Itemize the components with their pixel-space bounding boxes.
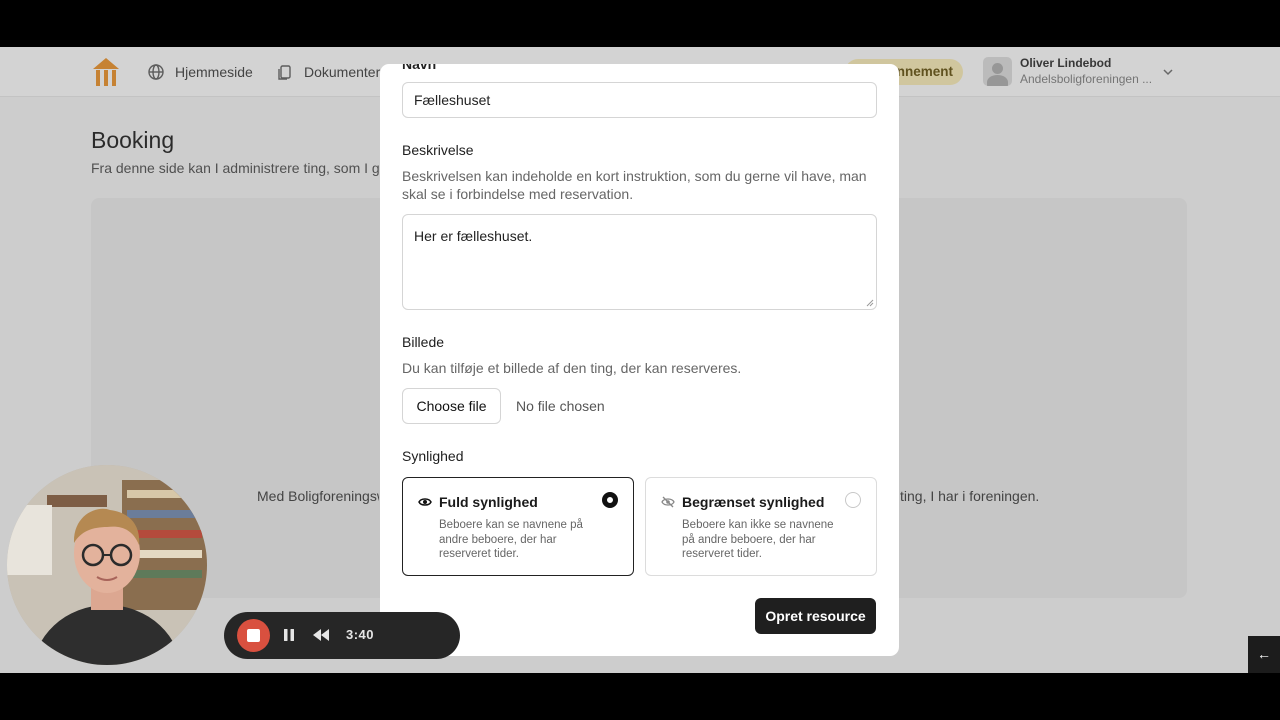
create-resource-modal: Navn Fælleshuset Beskrivelse Beskrivelse… (380, 64, 899, 656)
radio-selected[interactable] (602, 492, 618, 508)
description-label: Beskrivelse (402, 142, 474, 158)
description-textarea[interactable]: Her er fælleshuset. (402, 214, 877, 310)
rewind-icon[interactable] (312, 628, 330, 642)
description-value: Her er fælleshuset. (414, 228, 533, 244)
collapse-arrow-button[interactable]: ← (1248, 636, 1280, 673)
choose-file-button[interactable]: Choose file (402, 388, 501, 424)
recording-time: 3:40 (346, 627, 375, 642)
option-description: Beboere kan ikke se navnene på andre beb… (682, 519, 834, 560)
image-label: Billede (402, 334, 445, 350)
create-resource-button[interactable]: Opret resource (755, 598, 876, 634)
radio-unselected[interactable] (845, 492, 861, 508)
pause-icon[interactable] (283, 628, 295, 642)
webcam-bubble[interactable] (7, 465, 207, 665)
option-title: Begrænset synlighed (682, 494, 825, 510)
app-screen: Hjemmeside Dokumenter onnement Oliver Li… (0, 47, 1280, 673)
visibility-option-limited[interactable]: Begrænset synlighed Beboere kan ikke se … (645, 477, 877, 576)
name-input[interactable]: Fælleshuset (402, 82, 877, 118)
name-label: Navn (402, 64, 437, 72)
eye-icon (418, 498, 432, 506)
option-title: Fuld synlighed (439, 494, 538, 510)
webcam-image (7, 465, 207, 665)
visibility-option-full[interactable]: Fuld synlighed Beboere kan se navnene på… (402, 477, 634, 576)
stop-recording-button[interactable] (237, 619, 270, 652)
screen-recorder-controls: 3:40 (224, 612, 460, 659)
file-status: No file chosen (516, 398, 605, 414)
eye-off-icon (661, 496, 675, 508)
visibility-label: Synlighed (402, 448, 464, 464)
resize-handle-icon[interactable] (866, 299, 874, 307)
description-help: Beskrivelsen kan indeholde en kort instr… (402, 168, 867, 202)
option-description: Beboere kan se navnene på andre beboere,… (439, 519, 583, 560)
image-help: Du kan tilføje et billede af den ting, d… (402, 360, 742, 376)
